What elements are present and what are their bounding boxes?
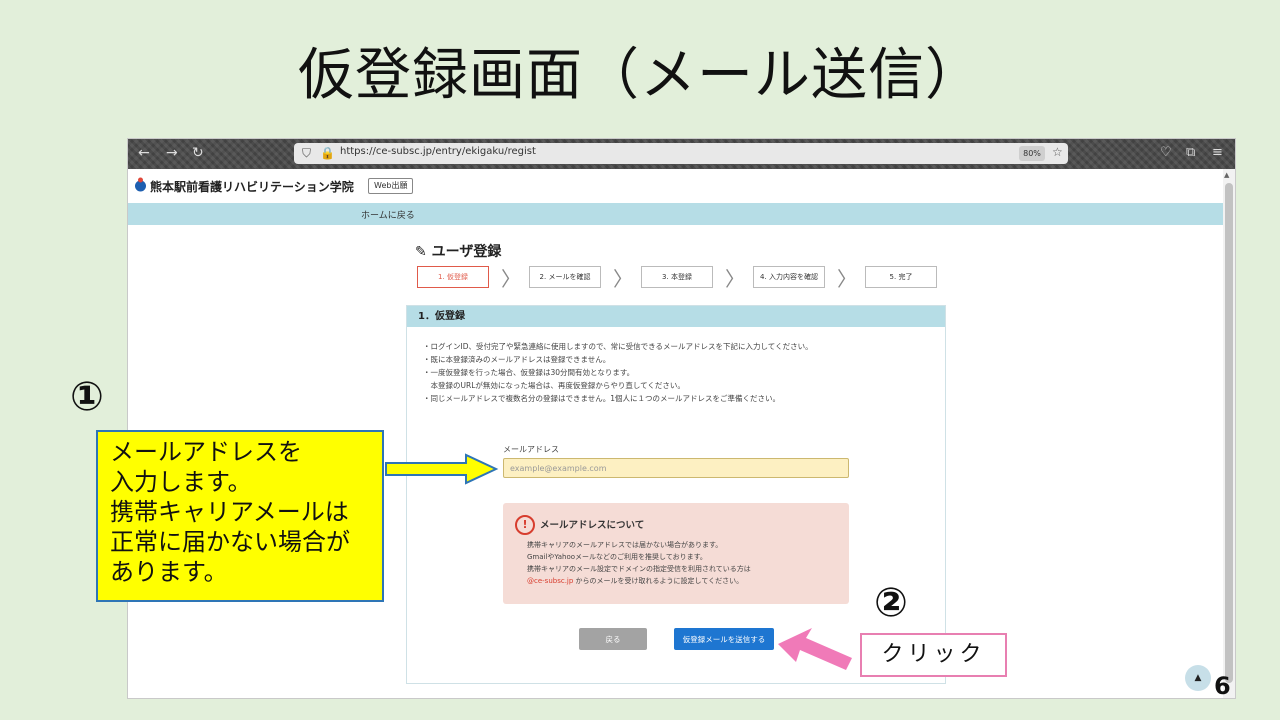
back-button[interactable]: 戻る (579, 628, 647, 650)
page-heading: ✎ ユーザ登録 (415, 241, 501, 261)
step-5: 5. 完了 (865, 266, 937, 288)
warning-line: 携帯キャリアのメール設定でドメインの指定受信を利用されている方は (527, 565, 751, 573)
step-chevron-icon: 〉 (501, 267, 521, 291)
send-temp-registration-button[interactable]: 仮登録メールを送信する (674, 628, 774, 650)
menu-icon[interactable]: ≡ (1212, 145, 1223, 160)
marker-2: ② (874, 580, 908, 626)
warning-line: 携帯キャリアのメールアドレスでは届かない場合があります。 (527, 541, 723, 549)
web-application-badge: Web出願 (368, 178, 414, 194)
callout-line: 携帯キャリアメールは (110, 498, 349, 526)
callout-line: 正常に届かない場合が (110, 528, 350, 556)
browser-screenshot: ← → ↻ ⛉ 🔒 https://ce-subsc.jp/entry/ekig… (128, 139, 1235, 698)
school-name[interactable]: 熊本駅前看護リハビリテーション学院 (150, 178, 354, 195)
reload-icon[interactable]: ↻ (192, 145, 204, 161)
slide-title: 仮登録画面（メール送信） (298, 43, 982, 108)
browser-toolbar: ← → ↻ ⛉ 🔒 https://ce-subsc.jp/entry/ekig… (128, 139, 1235, 169)
note-item: 本登録のURLが無効になった場合は、再度仮登録からやり直してください。 (423, 381, 685, 390)
panel-title: 1．仮登録 (407, 306, 945, 327)
callout-line: あります。 (110, 558, 228, 586)
slide-page-number: 6 (1214, 672, 1231, 700)
registration-panel: 1．仮登録 ・ログインID、受付完了や緊急連絡に使用しますので、常に受信できるメ… (406, 305, 946, 684)
scroll-to-top-button[interactable]: ▲ (1185, 665, 1211, 691)
warning-line: @ce-subsc.jp からのメールを受け取れるように設定してください。 (527, 575, 751, 587)
note-item: ・既に本登録済みのメールアドレスは登録できません。 (423, 355, 611, 364)
warning-title: メールアドレスについて (540, 520, 645, 531)
nav-strip: ホームに戻る (128, 203, 1223, 225)
callout-box: メールアドレスを 入力します。 携帯キャリアメールは 正常に届かない場合が あり… (96, 430, 384, 602)
zoom-level[interactable]: 80% (1019, 146, 1045, 161)
shield-icon: ⛉ (302, 146, 312, 160)
note-item: ・同じメールアドレスで複数名分の登録はできません。1個人に１つのメールアドレスを… (423, 394, 781, 403)
scroll-thumb[interactable] (1225, 183, 1233, 683)
scroll-up-icon[interactable]: ▲ (1224, 171, 1229, 179)
arrow-to-send-icon (778, 628, 852, 670)
school-logo-icon (135, 177, 146, 192)
callout-line: 入力します。 (110, 468, 252, 496)
marker-1: ① (70, 374, 104, 420)
star-icon[interactable]: ☆ (1052, 145, 1063, 159)
step-1: 1. 仮登録 (417, 266, 489, 288)
email-label: メールアドレス (503, 445, 559, 454)
click-label: クリック (860, 633, 1007, 677)
email-input[interactable] (503, 458, 849, 478)
page-heading-text: ユーザ登録 (431, 244, 502, 260)
step-chevron-icon: 〉 (613, 267, 633, 291)
forward-arrow-icon[interactable]: → (166, 145, 178, 161)
arrow-to-email-icon (385, 453, 499, 485)
note-item: ・ログインID、受付完了や緊急連絡に使用しますので、常に受信できるメールアドレス… (423, 342, 813, 351)
warning-line: GmailやYahooメールなどのご利用を推奨しております。 (527, 553, 707, 561)
site-header: 熊本駅前看護リハビリテーション学院 Web出願 (128, 169, 1223, 203)
address-bar[interactable]: ⛉ 🔒 https://ce-subsc.jp/entry/ekigaku/re… (294, 143, 1068, 164)
notes-list: ・ログインID、受付完了や緊急連絡に使用しますので、常に受信できるメールアドレス… (423, 340, 813, 405)
scrollbar[interactable]: ▲ (1223, 169, 1235, 698)
step-4: 4. 入力内容を確認 (753, 266, 825, 288)
step-2: 2. メールを確認 (529, 266, 601, 288)
step-chevron-icon: 〉 (837, 267, 857, 291)
callout-line: メールアドレスを (110, 438, 302, 466)
note-item: ・一度仮登録を行った場合、仮登録は30分間有効となります。 (423, 368, 635, 377)
pocket-icon[interactable]: ♡ (1160, 145, 1172, 160)
lock-icon: 🔒 (320, 146, 335, 160)
warning-line-rest: からのメールを受け取れるように設定してください。 (573, 577, 744, 585)
domain-link: @ce-subsc.jp (527, 577, 574, 585)
edit-icon: ✎ (415, 244, 427, 260)
step-3: 3. 本登録 (641, 266, 713, 288)
url-text: https://ce-subsc.jp/entry/ekigaku/regist (340, 146, 536, 157)
warning-icon: ! (515, 515, 535, 535)
warning-text: 携帯キャリアのメールアドレスでは届かない場合があります。 GmailやYahoo… (527, 539, 751, 587)
home-link[interactable]: ホームに戻る (361, 208, 415, 221)
extensions-icon[interactable]: ⧉ (1186, 145, 1195, 160)
back-arrow-icon[interactable]: ← (138, 145, 150, 161)
step-chevron-icon: 〉 (725, 267, 745, 291)
email-warning-box: ! メールアドレスについて 携帯キャリアのメールアドレスでは届かない場合がありま… (503, 503, 849, 604)
